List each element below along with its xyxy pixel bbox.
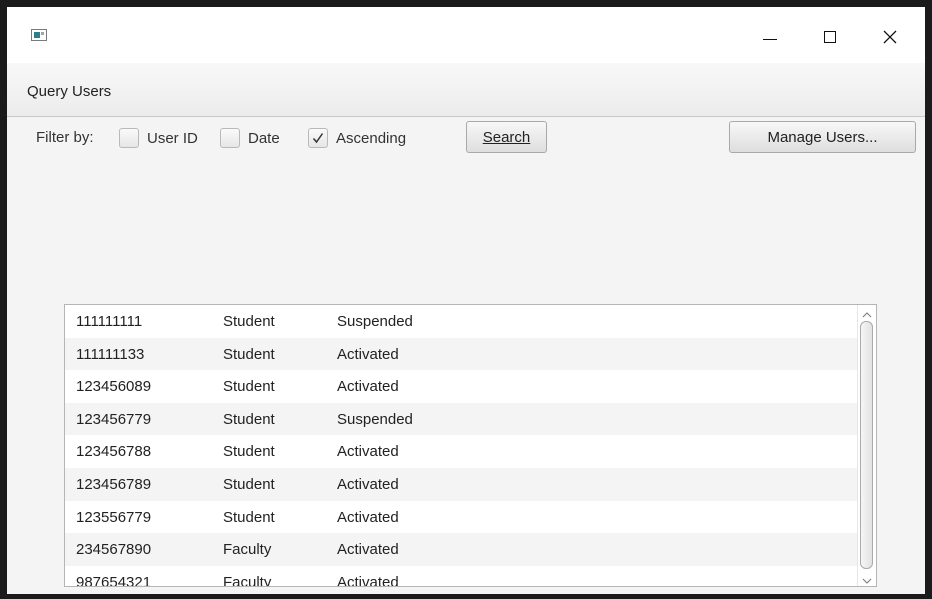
chevron-up-icon — [862, 305, 872, 322]
user-id-checkbox[interactable]: User ID — [119, 126, 198, 150]
user-status-cell: Suspended — [337, 410, 413, 428]
user-status-cell: Activated — [337, 443, 399, 461]
user-id-cell: 123456779 — [76, 410, 152, 428]
user-role-cell: Student — [223, 508, 275, 526]
user-role-cell: Student — [223, 345, 275, 363]
scroll-down-button[interactable] — [858, 571, 876, 586]
checkbox-label: Date — [248, 129, 280, 147]
user-id-cell: 123456089 — [76, 378, 152, 396]
user-status-cell: Activated — [337, 541, 399, 559]
user-role-cell: Student — [223, 443, 275, 461]
user-role-cell: Student — [223, 378, 275, 396]
user-status-cell: Activated — [337, 378, 399, 396]
menu-item-query-users[interactable]: Query Users — [27, 83, 111, 100]
user-role-cell: Faculty — [223, 541, 272, 559]
list-item[interactable]: 123456789 Student Activated — [65, 468, 857, 501]
close-button[interactable] — [875, 25, 905, 49]
chevron-down-icon — [862, 569, 872, 586]
manage-users-button[interactable]: Manage Users... — [729, 121, 916, 153]
menu-bar: Query Users — [7, 63, 925, 117]
user-id-cell: 111111133 — [76, 345, 145, 363]
checkbox-label: User ID — [147, 129, 198, 147]
list-item[interactable]: 234567890 Faculty Activated — [65, 533, 857, 566]
close-icon — [883, 30, 897, 44]
app-window-icon — [31, 29, 47, 41]
list-item[interactable]: 123456089 Student Activated — [65, 370, 857, 403]
checkbox-box[interactable] — [308, 128, 328, 148]
user-status-cell: Activated — [337, 508, 399, 526]
checkbox-box[interactable] — [220, 128, 240, 148]
search-button[interactable]: Search — [466, 121, 547, 153]
list-item[interactable]: 123456779 Student Suspended — [65, 402, 857, 436]
manage-users-button-label: Manage Users... — [767, 128, 878, 146]
user-id-cell: 234567890 — [76, 541, 152, 559]
minimize-icon — [763, 35, 777, 40]
minimize-button[interactable] — [755, 25, 785, 49]
user-status-cell: Activated — [337, 573, 399, 587]
user-role-cell: Student — [223, 476, 275, 493]
maximize-button[interactable] — [815, 25, 845, 49]
checkbox-label: Ascending — [336, 129, 407, 147]
list-item[interactable]: 123556779 Student Activated — [65, 501, 857, 534]
search-button-label: Search — [482, 128, 531, 146]
scroll-up-button[interactable] — [858, 305, 876, 320]
list-item[interactable]: 111111111 Student Suspended — [65, 305, 857, 338]
user-status-cell: Activated — [337, 476, 399, 493]
users-list[interactable]: 111111111 Student Suspended 111111133 St… — [64, 304, 877, 587]
user-role-cell: Student — [223, 313, 275, 330]
filter-label: Filter by: — [36, 129, 94, 146]
list-item[interactable]: 123456788 Student Activated — [65, 435, 857, 468]
user-role-cell: Student — [223, 410, 275, 428]
user-id-cell: 111111111 — [76, 313, 143, 330]
ascending-checkbox[interactable]: Ascending — [308, 126, 406, 150]
title-bar[interactable] — [7, 7, 925, 63]
scrollbar-thumb[interactable] — [860, 321, 873, 569]
user-status-cell: Activated — [337, 345, 399, 363]
vertical-scrollbar[interactable] — [857, 305, 876, 586]
date-checkbox[interactable]: Date — [220, 126, 280, 150]
user-role-cell: Faculty — [223, 573, 272, 587]
maximize-icon — [824, 31, 836, 43]
user-id-cell: 123456788 — [76, 443, 152, 461]
list-item[interactable]: 987654321 Faculty Activated — [65, 566, 857, 587]
filter-toolbar: Filter by: User ID Date Ascending Search… — [7, 117, 925, 162]
user-id-cell: 123456789 — [76, 476, 152, 493]
user-id-cell: 987654321 — [76, 573, 152, 587]
user-status-cell: Suspended — [337, 313, 413, 330]
user-id-cell: 123556779 — [76, 508, 152, 526]
checkbox-box[interactable] — [119, 128, 139, 148]
checkmark-icon — [312, 129, 324, 148]
list-item[interactable]: 111111133 Student Activated — [65, 337, 857, 371]
